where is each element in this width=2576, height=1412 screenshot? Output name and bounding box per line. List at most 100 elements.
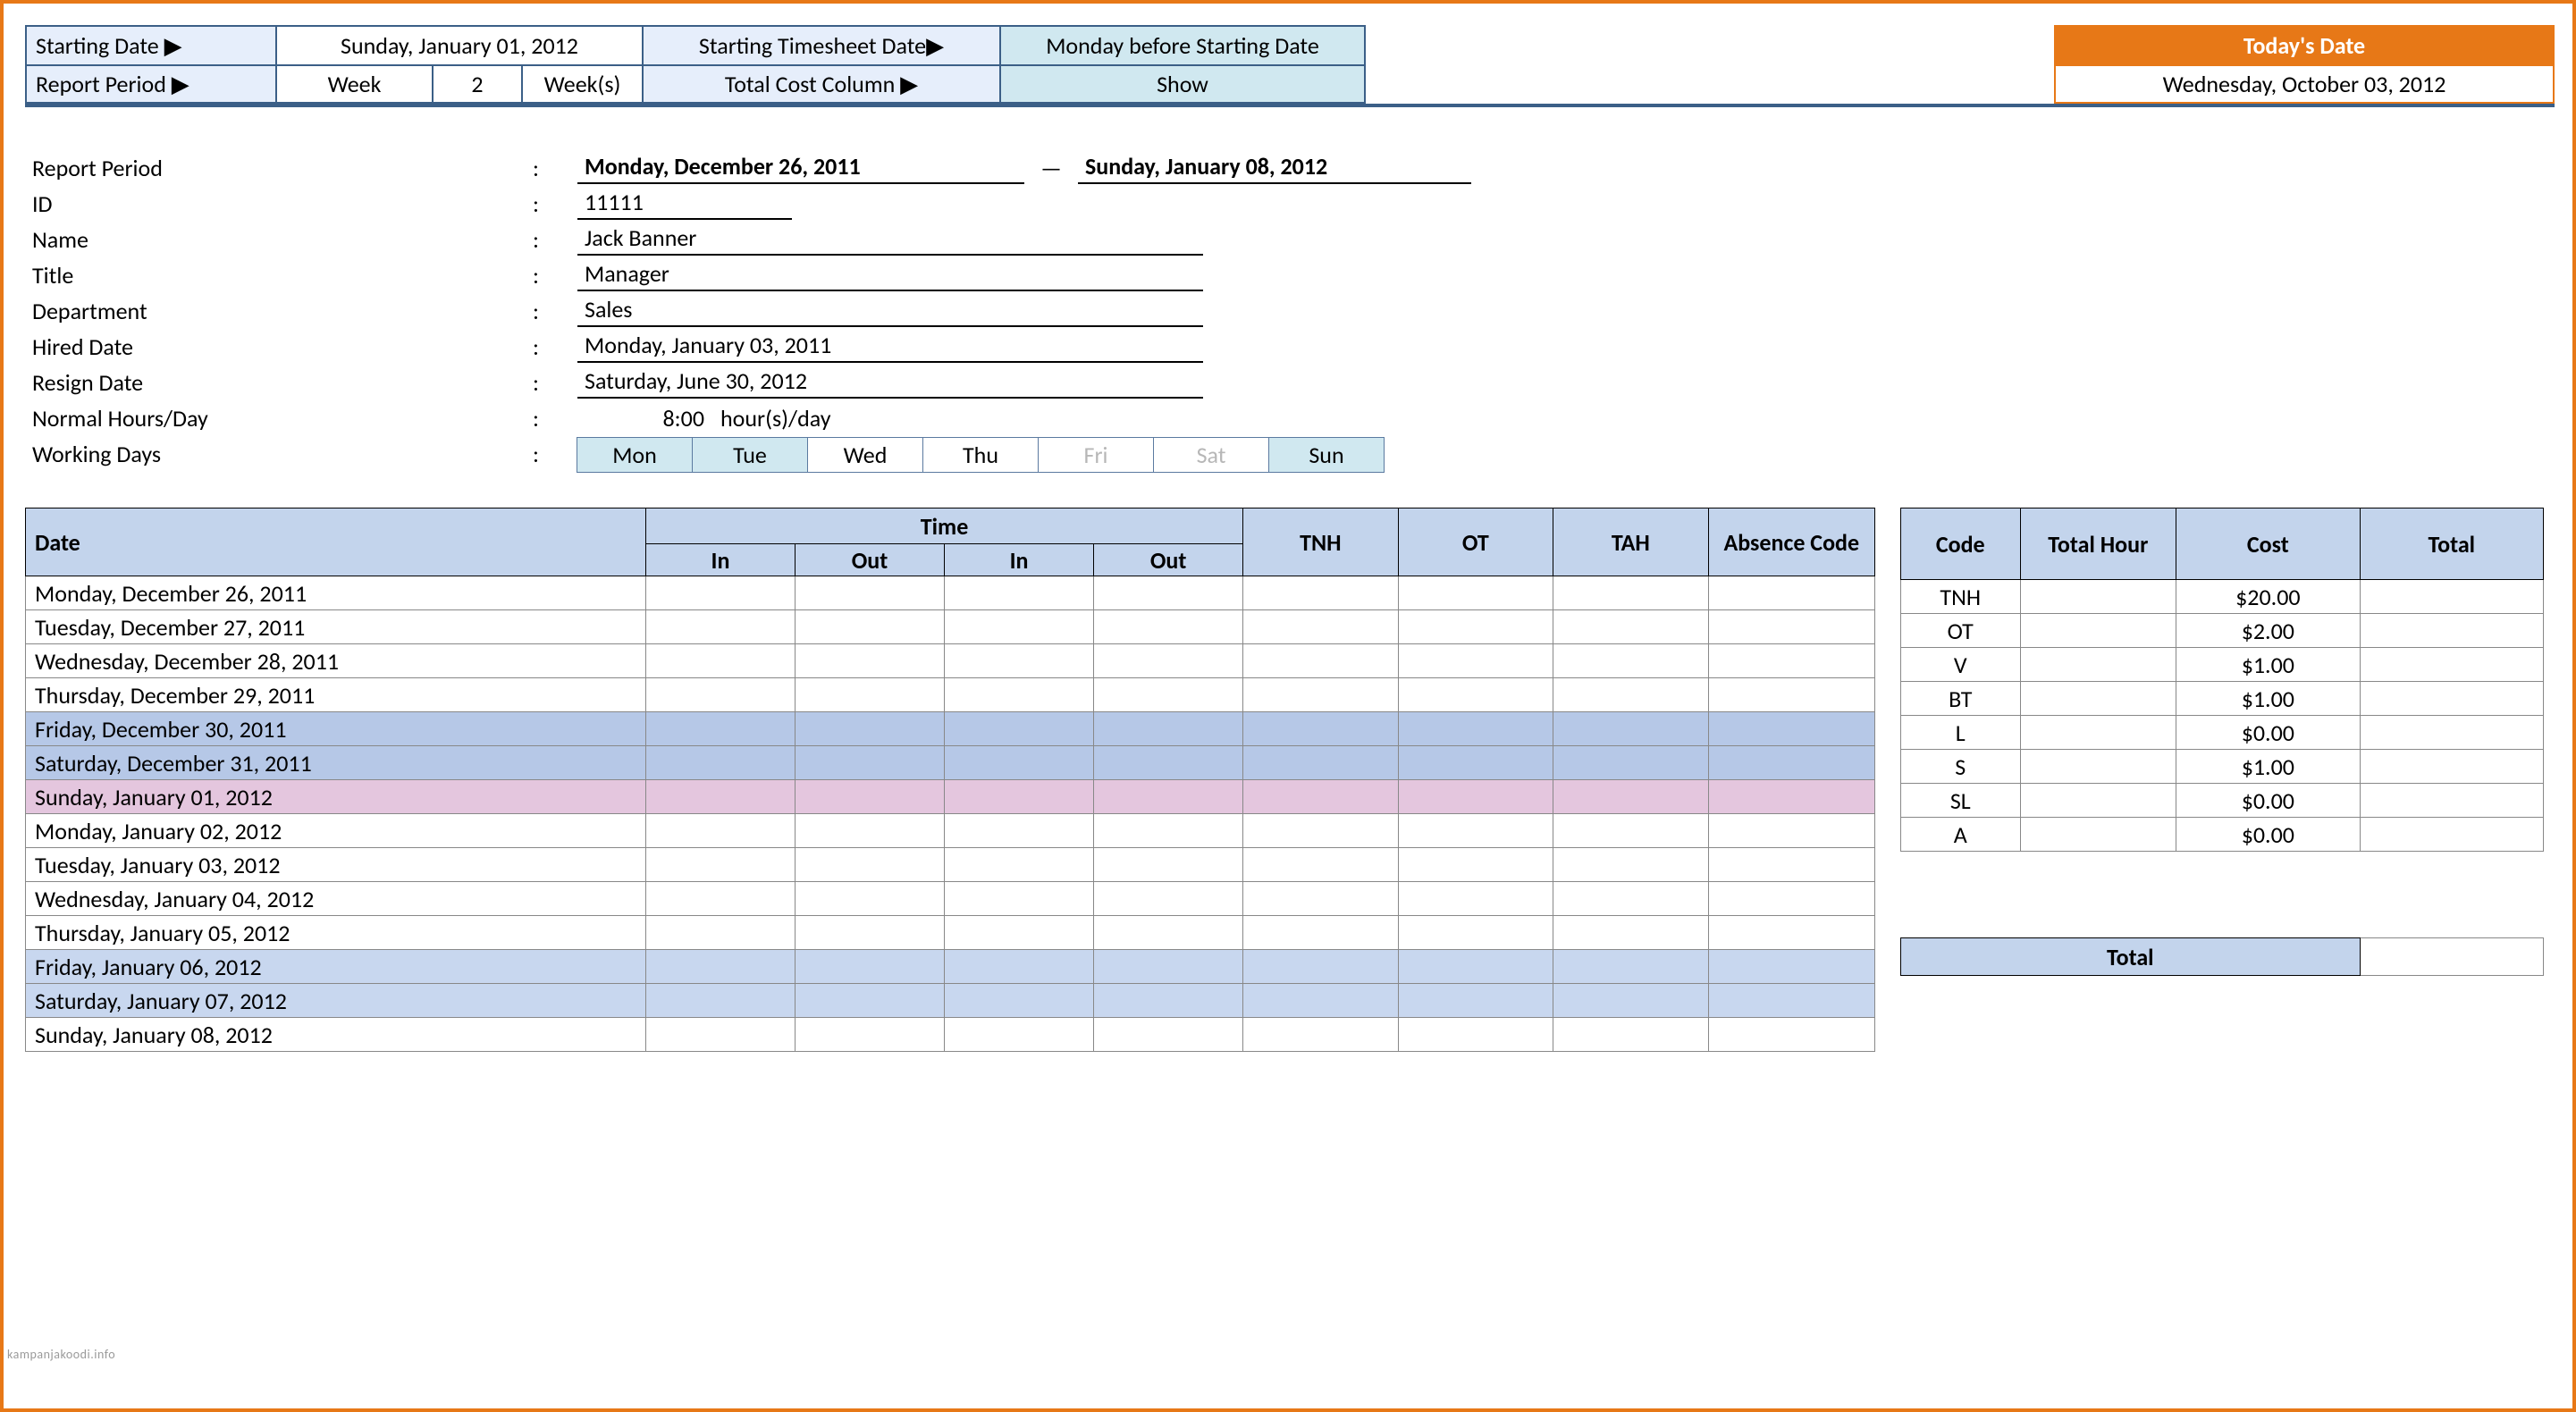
cell-tah[interactable]: [1553, 950, 1708, 984]
cell-in1[interactable]: [645, 610, 795, 644]
cell-tnh[interactable]: [1243, 984, 1398, 1018]
cell-tah[interactable]: [1553, 1018, 1708, 1052]
cell-in2[interactable]: [945, 780, 1094, 814]
cell-absence[interactable]: [1708, 814, 1874, 848]
cell-tah[interactable]: [1553, 916, 1708, 950]
cell-out2[interactable]: [1094, 916, 1243, 950]
cell-total[interactable]: [2360, 648, 2543, 682]
cell-out2[interactable]: [1094, 1018, 1243, 1052]
cell-out1[interactable]: [795, 882, 944, 916]
cell-tnh[interactable]: [1243, 848, 1398, 882]
cell-tnh[interactable]: [1243, 746, 1398, 780]
day-thu[interactable]: Thu: [922, 437, 1039, 473]
cell-tah[interactable]: [1553, 780, 1708, 814]
cell-ot[interactable]: [1398, 746, 1553, 780]
cell-tah[interactable]: [1553, 882, 1708, 916]
cell-out1[interactable]: [795, 814, 944, 848]
value-name[interactable]: Jack Banner: [577, 223, 1203, 256]
cell-out2[interactable]: [1094, 848, 1243, 882]
cell-ot[interactable]: [1398, 644, 1553, 678]
cell-absence[interactable]: [1708, 644, 1874, 678]
cell-hour[interactable]: [2020, 750, 2176, 784]
cell-hour[interactable]: [2020, 682, 2176, 716]
cell-absence[interactable]: [1708, 916, 1874, 950]
cell-hour[interactable]: [2020, 818, 2176, 852]
value-hired[interactable]: Monday, January 03, 2011: [577, 331, 1203, 363]
cell-tah[interactable]: [1553, 644, 1708, 678]
starting-timesheet-value[interactable]: Monday before Starting Date: [999, 25, 1366, 64]
cell-in2[interactable]: [945, 610, 1094, 644]
cell-hour[interactable]: [2020, 614, 2176, 648]
cell-in2[interactable]: [945, 644, 1094, 678]
cell-in1[interactable]: [645, 644, 795, 678]
cell-out2[interactable]: [1094, 610, 1243, 644]
cell-in1[interactable]: [645, 576, 795, 610]
cell-ot[interactable]: [1398, 780, 1553, 814]
cell-ot[interactable]: [1398, 678, 1553, 712]
cell-in1[interactable]: [645, 678, 795, 712]
cell-in2[interactable]: [945, 678, 1094, 712]
cell-tnh[interactable]: [1243, 1018, 1398, 1052]
cell-tah[interactable]: [1553, 984, 1708, 1018]
cell-ot[interactable]: [1398, 610, 1553, 644]
cell-out2[interactable]: [1094, 950, 1243, 984]
cell-tnh[interactable]: [1243, 814, 1398, 848]
cell-out1[interactable]: [795, 712, 944, 746]
day-sun[interactable]: Sun: [1268, 437, 1385, 473]
cell-out2[interactable]: [1094, 814, 1243, 848]
cell-out2[interactable]: [1094, 576, 1243, 610]
cell-out1[interactable]: [795, 644, 944, 678]
report-period-count[interactable]: 2: [432, 64, 521, 104]
cell-total[interactable]: [2360, 750, 2543, 784]
cell-ot[interactable]: [1398, 882, 1553, 916]
cell-ot[interactable]: [1398, 712, 1553, 746]
cell-out1[interactable]: [795, 746, 944, 780]
cell-out1[interactable]: [795, 950, 944, 984]
cell-absence[interactable]: [1708, 610, 1874, 644]
cell-in1[interactable]: [645, 1018, 795, 1052]
cell-total[interactable]: [2360, 716, 2543, 750]
cell-total[interactable]: [2360, 818, 2543, 852]
cell-ot[interactable]: [1398, 576, 1553, 610]
cell-total[interactable]: [2360, 784, 2543, 818]
cell-in2[interactable]: [945, 848, 1094, 882]
report-period-unit[interactable]: Week: [275, 64, 432, 104]
cell-hour[interactable]: [2020, 716, 2176, 750]
cell-in1[interactable]: [645, 984, 795, 1018]
cell-absence[interactable]: [1708, 848, 1874, 882]
cell-ot[interactable]: [1398, 1018, 1553, 1052]
cell-in1[interactable]: [645, 950, 795, 984]
cell-hour[interactable]: [2020, 648, 2176, 682]
cell-hour[interactable]: [2020, 580, 2176, 614]
cell-tah[interactable]: [1553, 848, 1708, 882]
cell-tah[interactable]: [1553, 712, 1708, 746]
cell-in1[interactable]: [645, 848, 795, 882]
cell-out2[interactable]: [1094, 678, 1243, 712]
cell-in2[interactable]: [945, 814, 1094, 848]
value-department[interactable]: Sales: [577, 295, 1203, 327]
day-fri[interactable]: Fri: [1038, 437, 1154, 473]
cell-tah[interactable]: [1553, 576, 1708, 610]
cell-in2[interactable]: [945, 882, 1094, 916]
cell-tnh[interactable]: [1243, 916, 1398, 950]
cell-tnh[interactable]: [1243, 644, 1398, 678]
cell-ot[interactable]: [1398, 984, 1553, 1018]
cell-tah[interactable]: [1553, 678, 1708, 712]
cell-tah[interactable]: [1553, 814, 1708, 848]
cell-tnh[interactable]: [1243, 882, 1398, 916]
cell-absence[interactable]: [1708, 712, 1874, 746]
cell-out2[interactable]: [1094, 644, 1243, 678]
cell-in2[interactable]: [945, 712, 1094, 746]
cell-ot[interactable]: [1398, 950, 1553, 984]
cell-out1[interactable]: [795, 576, 944, 610]
cell-tnh[interactable]: [1243, 610, 1398, 644]
cell-ot[interactable]: [1398, 814, 1553, 848]
cell-out2[interactable]: [1094, 882, 1243, 916]
cell-in2[interactable]: [945, 576, 1094, 610]
value-title[interactable]: Manager: [577, 259, 1203, 291]
cell-tah[interactable]: [1553, 746, 1708, 780]
cell-out2[interactable]: [1094, 780, 1243, 814]
value-normal-hours[interactable]: 8:00: [577, 404, 720, 433]
cell-in1[interactable]: [645, 916, 795, 950]
cell-tah[interactable]: [1553, 610, 1708, 644]
